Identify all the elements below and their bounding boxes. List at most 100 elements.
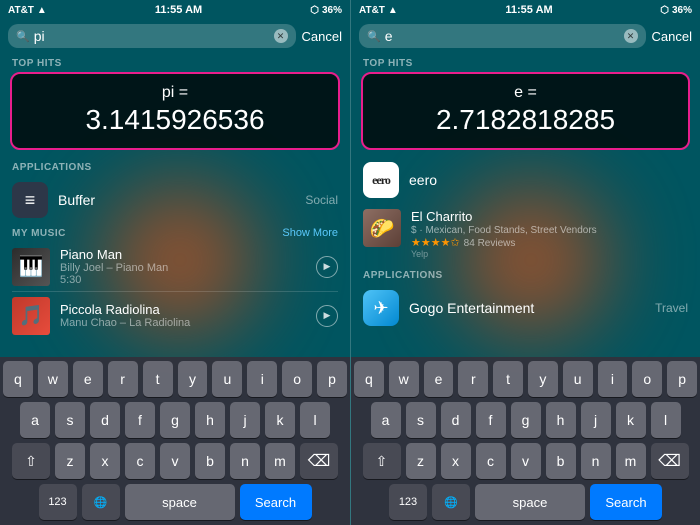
right-key-l[interactable]: l (651, 402, 681, 438)
right-panel: AT&T ▲ 11:55 AM ⬡ 36% 🔍 e ✕ Cancel TOP H… (350, 0, 700, 525)
right-key-d[interactable]: d (441, 402, 471, 438)
left-key-b[interactable]: b (195, 443, 225, 479)
right-status-bar: AT&T ▲ 11:55 AM ⬡ 36% (351, 0, 700, 20)
left-key-t[interactable]: t (143, 361, 173, 397)
right-key-j[interactable]: j (581, 402, 611, 438)
left-music-sub-1: Billy Joel – Piano Man (60, 262, 316, 274)
left-key-f[interactable]: f (125, 402, 155, 438)
left-key-o[interactable]: o (282, 361, 312, 397)
right-key-z[interactable]: z (406, 443, 436, 479)
right-key-r[interactable]: r (458, 361, 488, 397)
right-kb-row-3: ⇧ z x c v b n m ⌫ (354, 443, 697, 479)
left-key-s[interactable]: s (55, 402, 85, 438)
right-search-query[interactable]: e (385, 28, 620, 44)
right-key-search[interactable]: Search (590, 484, 662, 520)
left-key-j[interactable]: j (230, 402, 260, 438)
left-panel: AT&T ▲ 11:55 AM ⬡ 36% 🔍 pi ✕ Cancel TOP … (0, 0, 350, 525)
left-key-n[interactable]: n (230, 443, 260, 479)
right-key-u[interactable]: u (563, 361, 593, 397)
right-top-hit-value: 2.7182818285 (375, 104, 676, 136)
left-play-btn-1[interactable]: ▶ (316, 256, 338, 278)
right-cancel-btn[interactable]: Cancel (652, 29, 692, 44)
left-key-d[interactable]: d (90, 402, 120, 438)
right-key-y[interactable]: y (528, 361, 558, 397)
right-eero-item[interactable]: eero eero (351, 156, 700, 204)
left-key-l[interactable]: l (300, 402, 330, 438)
left-buffer-name: Buffer (58, 192, 305, 208)
left-my-music-label: MY MUSIC (12, 228, 66, 239)
left-top-hits-label: TOP HITS (0, 52, 350, 72)
left-key-search[interactable]: Search (240, 484, 312, 520)
left-key-m[interactable]: m (265, 443, 295, 479)
right-key-123[interactable]: 123 (389, 484, 427, 520)
left-key-space[interactable]: space (125, 484, 235, 520)
right-key-i[interactable]: i (598, 361, 628, 397)
left-key-r[interactable]: r (108, 361, 138, 397)
left-play-btn-2[interactable]: ▶ (316, 305, 338, 327)
left-key-123[interactable]: 123 (39, 484, 77, 520)
right-key-n[interactable]: n (581, 443, 611, 479)
right-key-w[interactable]: w (389, 361, 419, 397)
left-cancel-btn[interactable]: Cancel (302, 29, 342, 44)
right-key-e[interactable]: e (424, 361, 454, 397)
right-key-p[interactable]: p (667, 361, 697, 397)
right-key-q[interactable]: q (354, 361, 384, 397)
right-kb-bottom-row: 123 🌐 space Search (354, 484, 697, 520)
right-carrier: AT&T (359, 5, 385, 16)
left-key-e[interactable]: e (73, 361, 103, 397)
right-search-clear[interactable]: ✕ (624, 29, 638, 43)
left-music-item-2[interactable]: 🎵 Piccola Radiolina Manu Chao – La Radio… (0, 292, 350, 340)
left-key-q[interactable]: q (3, 361, 33, 397)
right-gogo-item[interactable]: ✈ Gogo Entertainment Travel (351, 284, 700, 332)
left-key-i[interactable]: i (247, 361, 277, 397)
right-key-k[interactable]: k (616, 402, 646, 438)
left-search-query[interactable]: pi (34, 28, 270, 44)
left-key-z[interactable]: z (55, 443, 85, 479)
left-key-v[interactable]: v (160, 443, 190, 479)
right-key-delete[interactable]: ⌫ (651, 443, 689, 479)
right-key-v[interactable]: v (511, 443, 541, 479)
right-key-a[interactable]: a (371, 402, 401, 438)
right-key-g[interactable]: g (511, 402, 541, 438)
left-key-delete[interactable]: ⌫ (300, 443, 338, 479)
right-key-h[interactable]: h (546, 402, 576, 438)
left-key-k[interactable]: k (265, 402, 295, 438)
left-buffer-item[interactable]: ≡ Buffer Social (0, 176, 350, 224)
right-reviews: 84 Reviews (464, 238, 516, 249)
right-key-f[interactable]: f (476, 402, 506, 438)
left-key-h[interactable]: h (195, 402, 225, 438)
left-key-globe[interactable]: 🌐 (82, 484, 120, 520)
right-status-left: AT&T ▲ (359, 5, 398, 16)
right-restaurant-item[interactable]: 🌮 El Charrito $ · Mexican, Food Stands, … (351, 204, 700, 264)
left-search-clear[interactable]: ✕ (274, 29, 288, 43)
left-show-more[interactable]: Show More (282, 227, 338, 239)
left-key-u[interactable]: u (212, 361, 242, 397)
left-key-y[interactable]: y (178, 361, 208, 397)
right-key-c[interactable]: c (476, 443, 506, 479)
right-top-hit-equation: e = (375, 84, 676, 102)
right-stars: ★★★★✩ (411, 236, 460, 249)
right-key-s[interactable]: s (406, 402, 436, 438)
left-time: 11:55 AM (155, 4, 202, 16)
left-key-w[interactable]: w (38, 361, 68, 397)
right-keyboard: q w e r t y u i o p a s d f g h j k l ⇧ … (351, 357, 700, 525)
right-key-globe[interactable]: 🌐 (432, 484, 470, 520)
right-key-m[interactable]: m (616, 443, 646, 479)
right-key-b[interactable]: b (546, 443, 576, 479)
right-key-o[interactable]: o (632, 361, 662, 397)
left-key-x[interactable]: x (90, 443, 120, 479)
right-eero-icon: eero (363, 162, 399, 198)
right-key-shift[interactable]: ⇧ (363, 443, 401, 479)
left-music-item-1[interactable]: 🎹 Piano Man Billy Joel – Piano Man 5:30 … (0, 242, 350, 291)
right-key-t[interactable]: t (493, 361, 523, 397)
left-key-g[interactable]: g (160, 402, 190, 438)
right-key-x[interactable]: x (441, 443, 471, 479)
left-key-p[interactable]: p (317, 361, 347, 397)
right-search-input-wrap[interactable]: 🔍 e ✕ (359, 24, 646, 48)
left-key-a[interactable]: a (20, 402, 50, 438)
left-key-c[interactable]: c (125, 443, 155, 479)
left-search-input-wrap[interactable]: 🔍 pi ✕ (8, 24, 296, 48)
left-key-shift[interactable]: ⇧ (12, 443, 50, 479)
left-music-info-1: Piano Man Billy Joel – Piano Man 5:30 (60, 247, 316, 286)
right-key-space[interactable]: space (475, 484, 585, 520)
